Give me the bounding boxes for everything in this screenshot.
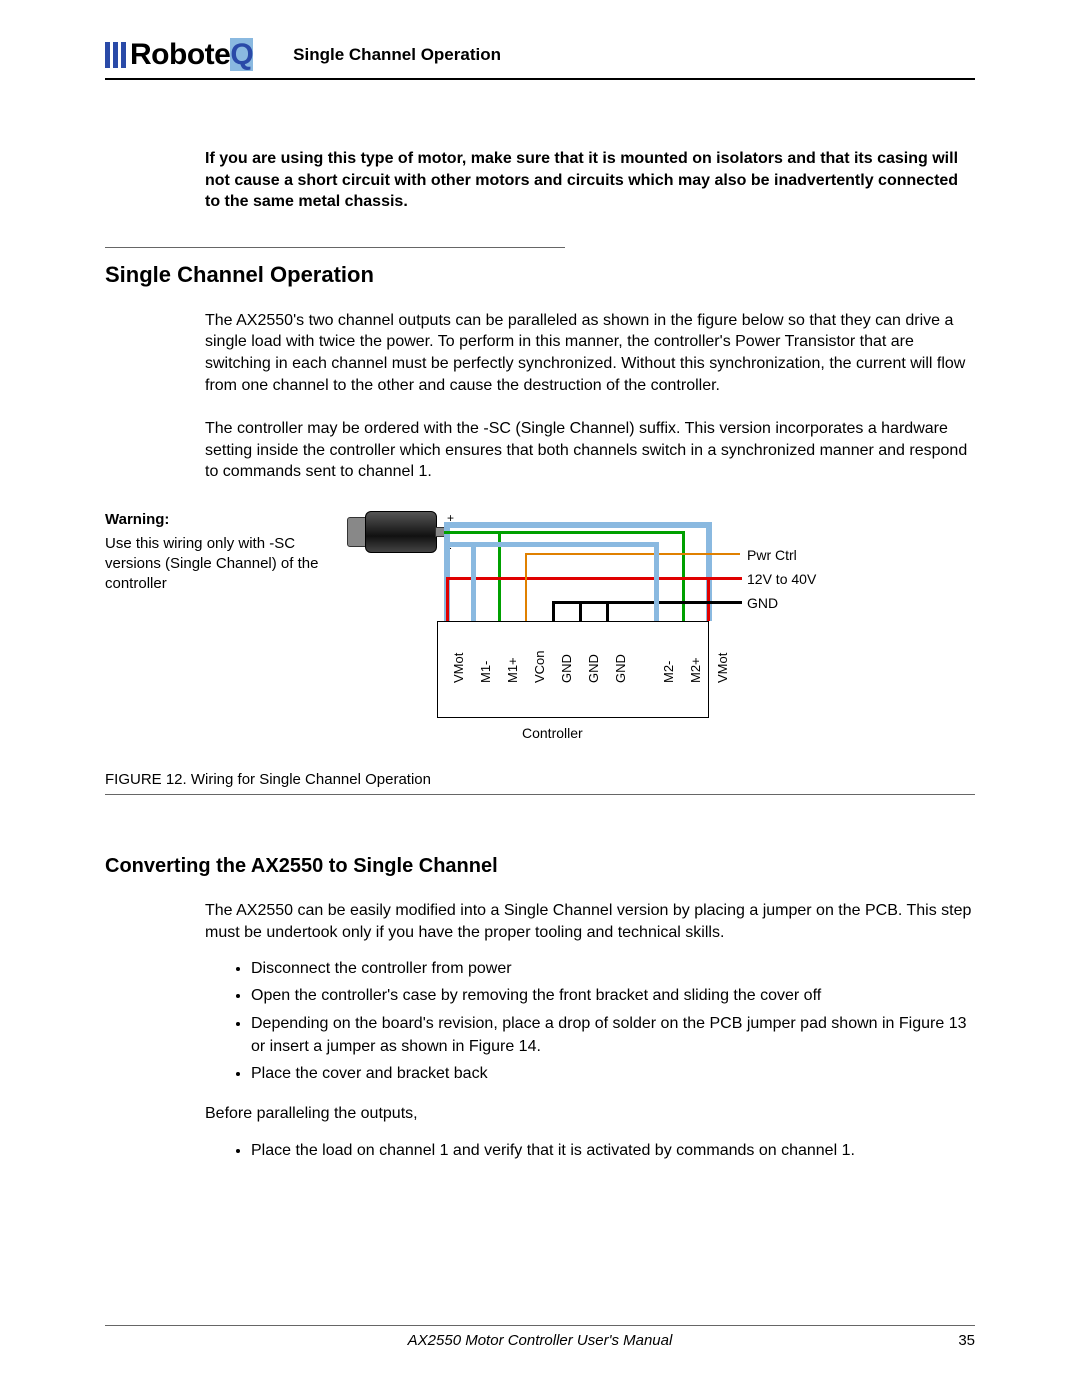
label-12v-40v: 12V to 40V <box>747 571 816 587</box>
wire-blue-m2m <box>654 542 659 621</box>
pin-vcon: VCon <box>532 633 547 683</box>
wire-black-gnd1 <box>552 601 555 621</box>
wire-orange-v <box>525 553 527 621</box>
section1-para2: The controller may be ordered with the -… <box>205 418 975 483</box>
step-1-4: Place the cover and bracket back <box>251 1062 975 1085</box>
wire-blue-top <box>444 522 712 528</box>
footer-manual-title: AX2550 Motor Controller User's Manual <box>145 1332 935 1349</box>
controller-label: Controller <box>522 725 583 741</box>
intro-warning-paragraph: If you are using this type of motor, mak… <box>205 148 975 213</box>
section1-para1: The AX2550's two channel outputs can be … <box>205 310 975 396</box>
step-1-1: Disconnect the controller from power <box>251 957 975 980</box>
figure-rule <box>105 794 975 795</box>
logo-bars-icon <box>105 42 126 68</box>
label-pwr-ctrl: Pwr Ctrl <box>747 547 797 563</box>
page-number: 35 <box>935 1332 975 1349</box>
wire-red-12v <box>446 577 742 580</box>
pin-m2-minus: M2- <box>661 633 676 683</box>
wiring-diagram: + - Controller <box>347 511 897 761</box>
wire-blue-minus-h <box>444 542 659 547</box>
pin-vmot-2: VMot <box>715 633 730 683</box>
section2-para2: Before paralleling the outputs, <box>205 1103 975 1125</box>
wire-blue-m1m <box>471 542 476 621</box>
logo: RoboteQ <box>105 38 253 72</box>
page-header: RoboteQ Single Channel Operation <box>105 38 975 80</box>
page-footer: AX2550 Motor Controller User's Manual 35 <box>105 1325 975 1349</box>
pin-m1-plus: M1+ <box>505 633 520 683</box>
warning-text: Use this wiring only with -SC versions (… <box>105 534 335 595</box>
pin-gnd-2: GND <box>586 633 601 683</box>
pin-vmot-1: VMot <box>451 633 466 683</box>
logo-text-black: Robote <box>130 38 230 71</box>
pin-gnd-3: GND <box>613 633 628 683</box>
logo-text-blue: Q <box>230 38 253 71</box>
header-section-title: Single Channel Operation <box>293 45 501 65</box>
wire-green-top <box>444 531 684 534</box>
wire-black-gnd3 <box>606 601 609 621</box>
step-1-2: Open the controller's case by removing t… <box>251 984 975 1007</box>
wire-red-down1 <box>446 577 449 621</box>
pin-gnd-1: GND <box>559 633 574 683</box>
subsection-heading-converting: Converting the AX2550 to Single Channel <box>105 855 975 878</box>
step-1-3: Depending on the board's revision, place… <box>251 1012 975 1058</box>
wire-black-gnd2 <box>579 601 582 621</box>
section-heading-single-channel: Single Channel Operation <box>105 262 975 288</box>
steps-list-1: Disconnect the controller from power Ope… <box>229 957 975 1085</box>
figure-12-caption: FIGURE 12. Wiring for Single Channel Ope… <box>105 771 975 788</box>
wire-orange-h <box>525 553 740 555</box>
label-gnd: GND <box>747 595 778 611</box>
wire-green-m2p <box>682 531 685 621</box>
section2-para1: The AX2550 can be easily modified into a… <box>205 900 975 943</box>
step-2-1: Place the load on channel 1 and verify t… <box>251 1139 975 1162</box>
section-rule <box>105 247 565 248</box>
wire-red-down2 <box>707 577 710 621</box>
steps-list-2: Place the load on channel 1 and verify t… <box>229 1139 975 1162</box>
pin-m1-minus: M1- <box>478 633 493 683</box>
pin-m2-plus: M2+ <box>688 633 703 683</box>
logo-text: RoboteQ <box>130 38 253 72</box>
warning-label: Warning: <box>105 511 335 528</box>
